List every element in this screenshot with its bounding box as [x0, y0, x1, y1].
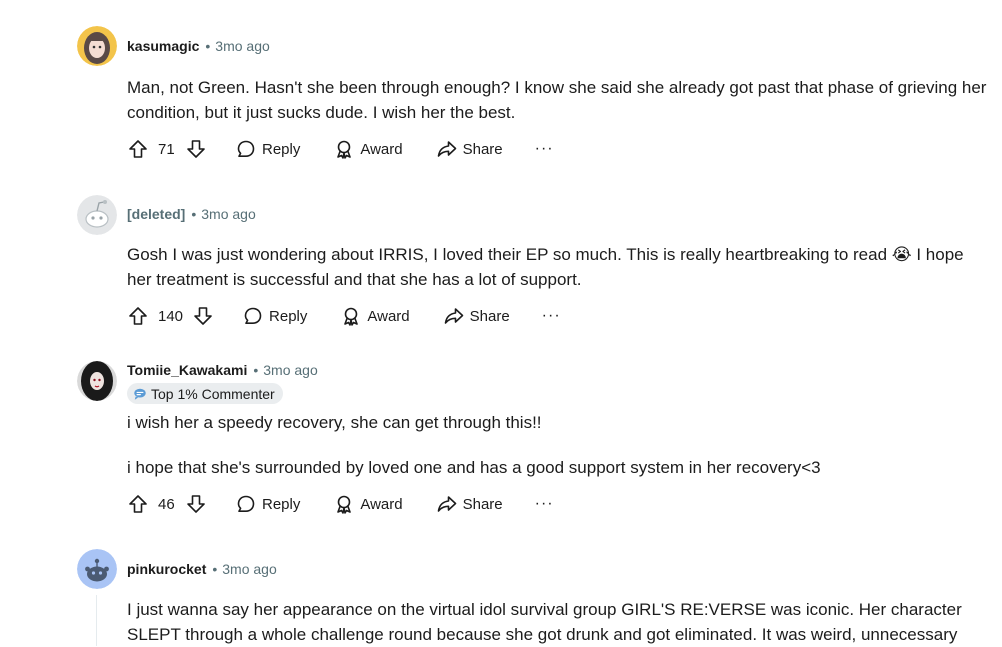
flair-label: Top 1% Commenter — [151, 385, 275, 402]
timestamp[interactable]: 3mo ago — [222, 561, 276, 577]
share-button[interactable]: Share — [440, 306, 514, 326]
award-ribbon-icon — [344, 307, 359, 326]
downvote-arrow-icon — [187, 495, 205, 513]
user-avatar-icon — [77, 361, 117, 401]
upvote-button[interactable] — [124, 306, 152, 326]
comment-body: Man, not Green. Hasn't she been through … — [127, 75, 987, 125]
award-label: Award — [360, 495, 403, 513]
speech-bubble-icon — [237, 140, 255, 157]
thread-line[interactable] — [96, 595, 97, 646]
share-label: Share — [462, 495, 503, 513]
comment-actions: 71 Reply Award Share ··· — [124, 133, 558, 165]
downvote-button[interactable] — [182, 494, 210, 514]
upvote-arrow-icon — [129, 495, 147, 513]
award-ribbon-icon — [337, 495, 352, 514]
downvote-button[interactable] — [182, 139, 210, 159]
share-arrow-icon — [444, 308, 463, 324]
more-options-button[interactable]: ··· — [531, 495, 558, 513]
separator-dot: • — [191, 206, 197, 222]
avatar[interactable] — [77, 26, 117, 66]
comment-body: I just wanna say her appearance on the v… — [127, 597, 987, 647]
vote-count: 71 — [158, 140, 175, 158]
author-name: [deleted] — [127, 206, 186, 222]
reply-button[interactable]: Reply — [239, 306, 311, 326]
separator-dot: • — [253, 362, 259, 378]
award-button[interactable]: Award — [330, 139, 406, 159]
user-avatar-icon — [77, 26, 117, 66]
author-name[interactable]: Tomiie_Kawakami — [127, 362, 247, 378]
vote-group: 46 — [124, 494, 210, 514]
comment-paragraph: I just wanna say her appearance on the v… — [127, 600, 962, 644]
user-flair-badge: Top 1% Commenter — [127, 383, 283, 404]
award-label: Award — [360, 140, 403, 158]
separator-dot: • — [205, 38, 211, 54]
downvote-button[interactable] — [189, 306, 217, 326]
comment-body: i wish her a speedy recovery, she can ge… — [127, 410, 987, 480]
avatar[interactable] — [77, 549, 117, 589]
reply-label: Reply — [269, 307, 308, 325]
more-options-button[interactable]: ··· — [538, 307, 565, 325]
upvote-button[interactable] — [124, 139, 152, 159]
comment-body: Gosh I was just wondering about IRRIS, I… — [127, 242, 987, 292]
upvote-arrow-icon — [129, 140, 147, 158]
award-label: Award — [367, 307, 410, 325]
vote-count: 46 — [158, 495, 175, 513]
speech-bubble-icon — [237, 495, 255, 512]
award-button[interactable]: Award — [337, 306, 413, 326]
award-button[interactable]: Award — [330, 494, 406, 514]
downvote-arrow-icon — [194, 307, 212, 325]
upvote-button[interactable] — [124, 494, 152, 514]
comment-paragraph: Gosh I was just wondering about IRRIS, I… — [127, 245, 964, 289]
vote-count: 140 — [158, 307, 184, 325]
timestamp[interactable]: 3mo ago — [201, 206, 255, 222]
share-arrow-icon — [437, 141, 456, 157]
reply-label: Reply — [262, 140, 301, 158]
author-name[interactable]: pinkurocket — [127, 561, 206, 577]
speech-bubble-icon — [244, 307, 262, 324]
author-name[interactable]: kasumagic — [127, 38, 199, 54]
comment-paragraph: Man, not Green. Hasn't she been through … — [127, 78, 987, 122]
downvote-arrow-icon — [187, 140, 205, 158]
comment-actions: 140 Reply Award Share ··· — [124, 300, 565, 332]
reply-button[interactable]: Reply — [232, 139, 304, 159]
upvote-arrow-icon — [129, 307, 147, 325]
avatar[interactable] — [77, 195, 117, 235]
commenter-badge-icon — [134, 388, 146, 400]
comment-paragraph: i hope that she's surrounded by loved on… — [127, 458, 821, 477]
comment-paragraph: i wish her a speedy recovery, she can ge… — [127, 413, 542, 432]
vote-group: 71 — [124, 139, 210, 159]
timestamp[interactable]: 3mo ago — [215, 38, 269, 54]
reply-label: Reply — [262, 495, 301, 513]
share-button[interactable]: Share — [433, 494, 507, 514]
timestamp[interactable]: 3mo ago — [263, 362, 317, 378]
comment-meta: pinkurocket • 3mo ago — [127, 561, 277, 577]
reply-button[interactable]: Reply — [232, 494, 304, 514]
comment-meta: Tomiie_Kawakami • 3mo ago — [127, 362, 318, 378]
snoo-avatar-icon — [77, 549, 117, 589]
share-arrow-icon — [437, 496, 456, 512]
deleted-user-avatar-icon — [77, 195, 117, 235]
share-button[interactable]: Share — [433, 139, 507, 159]
separator-dot: • — [212, 561, 218, 577]
comment-meta: kasumagic • 3mo ago — [127, 38, 270, 54]
share-label: Share — [469, 307, 510, 325]
share-label: Share — [462, 140, 503, 158]
avatar[interactable] — [77, 361, 117, 401]
comment-meta: [deleted] • 3mo ago — [127, 206, 256, 222]
comment-actions: 46 Reply Award Share ··· — [124, 488, 558, 520]
more-options-button[interactable]: ··· — [531, 140, 558, 158]
award-ribbon-icon — [337, 140, 352, 159]
vote-group: 140 — [124, 306, 217, 326]
